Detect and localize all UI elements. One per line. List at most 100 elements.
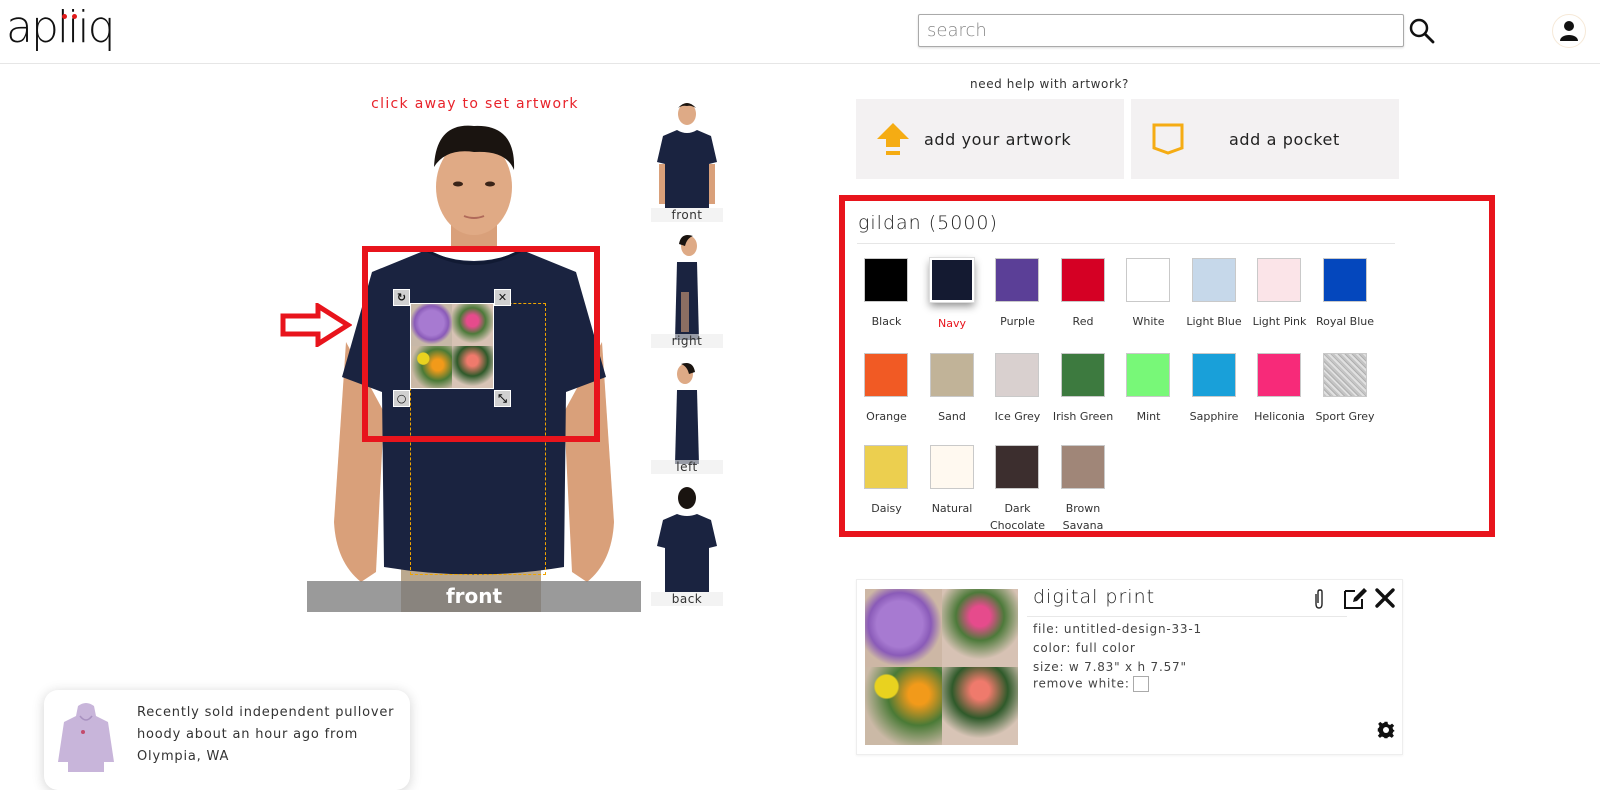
hoodie-thumbnail — [58, 703, 114, 772]
color-swatch-dark-chocolate[interactable]: Dark Chocolate — [984, 440, 1051, 531]
swatch-chip — [1060, 353, 1105, 397]
swatch-name: Heliconia — [1254, 410, 1305, 423]
apliiq-logo[interactable]: apliiq — [6, 2, 115, 60]
swatch-chip — [995, 258, 1039, 302]
product-color-panel: gildan (5000) Black Navy Purple Red White Lig… — [839, 195, 1495, 537]
pocket-icon — [1152, 123, 1184, 155]
swatch-name: Royal Blue — [1315, 315, 1375, 328]
design-thumbnail — [865, 589, 1018, 745]
color-swatch-natural[interactable]: Natural — [919, 440, 986, 531]
edit-icon[interactable] — [1343, 586, 1369, 610]
highlight-frame — [362, 246, 600, 442]
swatch-chip — [995, 445, 1039, 489]
swatch-name: Ice Grey — [994, 410, 1041, 423]
view-thumb-back[interactable]: back — [651, 484, 723, 606]
swatch-chip — [1060, 258, 1105, 302]
add-artwork-button[interactable]: add your artwork — [856, 99, 1124, 179]
design-tile — [941, 667, 1018, 745]
design-title: digital print — [1033, 586, 1156, 608]
design-tile — [865, 589, 942, 667]
user-icon — [1560, 21, 1578, 41]
swatch-name: Sand — [938, 410, 966, 423]
recent-sale-toast[interactable]: Recently sold independent pullover hoody… — [44, 690, 410, 790]
logo-text: apliiq — [6, 2, 115, 53]
color-swatch-sapphire[interactable]: Sapphire — [1181, 348, 1248, 440]
swatch-chip — [1126, 353, 1170, 397]
swatch-name: Sport Grey — [1315, 410, 1375, 423]
color-swatch-heliconia[interactable]: Heliconia — [1246, 348, 1313, 440]
swatch-name: Red — [1072, 315, 1094, 328]
swatch-name: Mint — [1136, 410, 1161, 423]
swatch-name: Light Blue — [1186, 315, 1242, 328]
color-swatch-daisy[interactable]: Daisy — [853, 440, 920, 531]
view-thumb-front[interactable]: front — [651, 100, 723, 222]
swatch-chip — [928, 257, 975, 303]
swatch-name: Black — [871, 315, 902, 328]
design-file: file: untitled-design-33-1 — [1033, 622, 1202, 636]
color-swatch-ice-grey[interactable]: Ice Grey — [984, 348, 1051, 440]
swatch-chip — [995, 353, 1039, 397]
color-swatch-mint[interactable]: Mint — [1115, 348, 1182, 440]
swatch-chip — [1191, 353, 1236, 397]
color-swatch-royal-blue[interactable]: Royal Blue — [1312, 253, 1379, 345]
swatch-name: Orange — [866, 410, 907, 423]
swatch-chip — [1257, 258, 1301, 302]
add-artwork-label: add your artwork — [924, 129, 1072, 149]
click-away-hint: click away to set artwork — [371, 96, 579, 112]
color-swatch-orange[interactable]: Orange — [853, 348, 920, 440]
remove-white-checkbox[interactable] — [1132, 676, 1149, 692]
view-thumb-right[interactable]: right — [651, 232, 723, 354]
top-header: apliiq — [0, 0, 1600, 64]
color-swatch-navy[interactable]: Navy — [919, 253, 986, 345]
swatch-name: Purple — [1000, 315, 1035, 328]
design-color: color: full color — [1033, 641, 1136, 655]
search-button[interactable] — [1408, 17, 1436, 45]
color-swatch-light-pink[interactable]: Light Pink — [1246, 253, 1313, 345]
swatch-name: Brown Savana — [1062, 502, 1104, 532]
paperclip-icon[interactable] — [1312, 588, 1326, 610]
help-artwork-link[interactable]: need help with artwork? — [970, 77, 1129, 91]
swatch-chip — [1257, 353, 1301, 397]
swatch-name: Dark Chocolate — [989, 502, 1046, 532]
view-thumb-left[interactable]: left — [651, 360, 723, 482]
thumb-label: left — [651, 460, 723, 474]
logo-dot — [72, 14, 77, 19]
close-icon[interactable] — [1374, 587, 1396, 609]
color-swatch-brown-savana[interactable]: Brown Savana — [1050, 440, 1117, 531]
color-swatch-black[interactable]: Black — [853, 253, 920, 345]
logo-dot — [62, 14, 67, 19]
color-swatch-light-blue[interactable]: Light Blue — [1181, 253, 1248, 345]
thumb-label: back — [651, 592, 723, 606]
design-layer-card: digital print file: untitled-design-33-1… — [856, 579, 1403, 755]
color-swatch-sport-grey[interactable]: Sport Grey — [1312, 348, 1379, 440]
search-input[interactable] — [918, 14, 1404, 47]
magnifier-icon — [1409, 18, 1435, 44]
color-swatch-white[interactable]: White — [1115, 253, 1182, 345]
color-swatch-red[interactable]: Red — [1050, 253, 1117, 345]
swatch-chip — [1322, 353, 1367, 397]
swatch-name: Navy — [938, 317, 966, 330]
swatch-name: Natural — [931, 502, 973, 515]
swatch-chip — [864, 353, 908, 397]
swatch-chip — [929, 445, 974, 489]
swatch-name: Sapphire — [1189, 410, 1239, 423]
gear-icon[interactable] — [1377, 721, 1395, 739]
thumb-back-image — [657, 487, 717, 592]
design-tile — [941, 589, 1018, 667]
add-pocket-label: add a pocket — [1229, 129, 1340, 149]
thumb-label: right — [651, 334, 723, 348]
swatch-name: Light Pink — [1252, 315, 1307, 328]
account-button[interactable] — [1552, 14, 1586, 48]
pointer-arrow-icon — [280, 303, 352, 347]
toast-message: Recently sold independent pullover hoody… — [137, 705, 395, 764]
design-tile — [865, 667, 942, 745]
swatch-chip — [864, 445, 908, 489]
color-swatch-sand[interactable]: Sand — [919, 348, 986, 440]
color-swatch-irish-green[interactable]: Irish Green — [1050, 348, 1117, 440]
swatch-chip — [1322, 258, 1367, 302]
add-pocket-button[interactable]: add a pocket — [1131, 99, 1399, 179]
swatch-name: Irish Green — [1052, 410, 1114, 423]
upload-arrow-icon — [877, 123, 909, 155]
thumb-front-image — [657, 103, 717, 208]
color-swatch-purple[interactable]: Purple — [984, 253, 1051, 345]
